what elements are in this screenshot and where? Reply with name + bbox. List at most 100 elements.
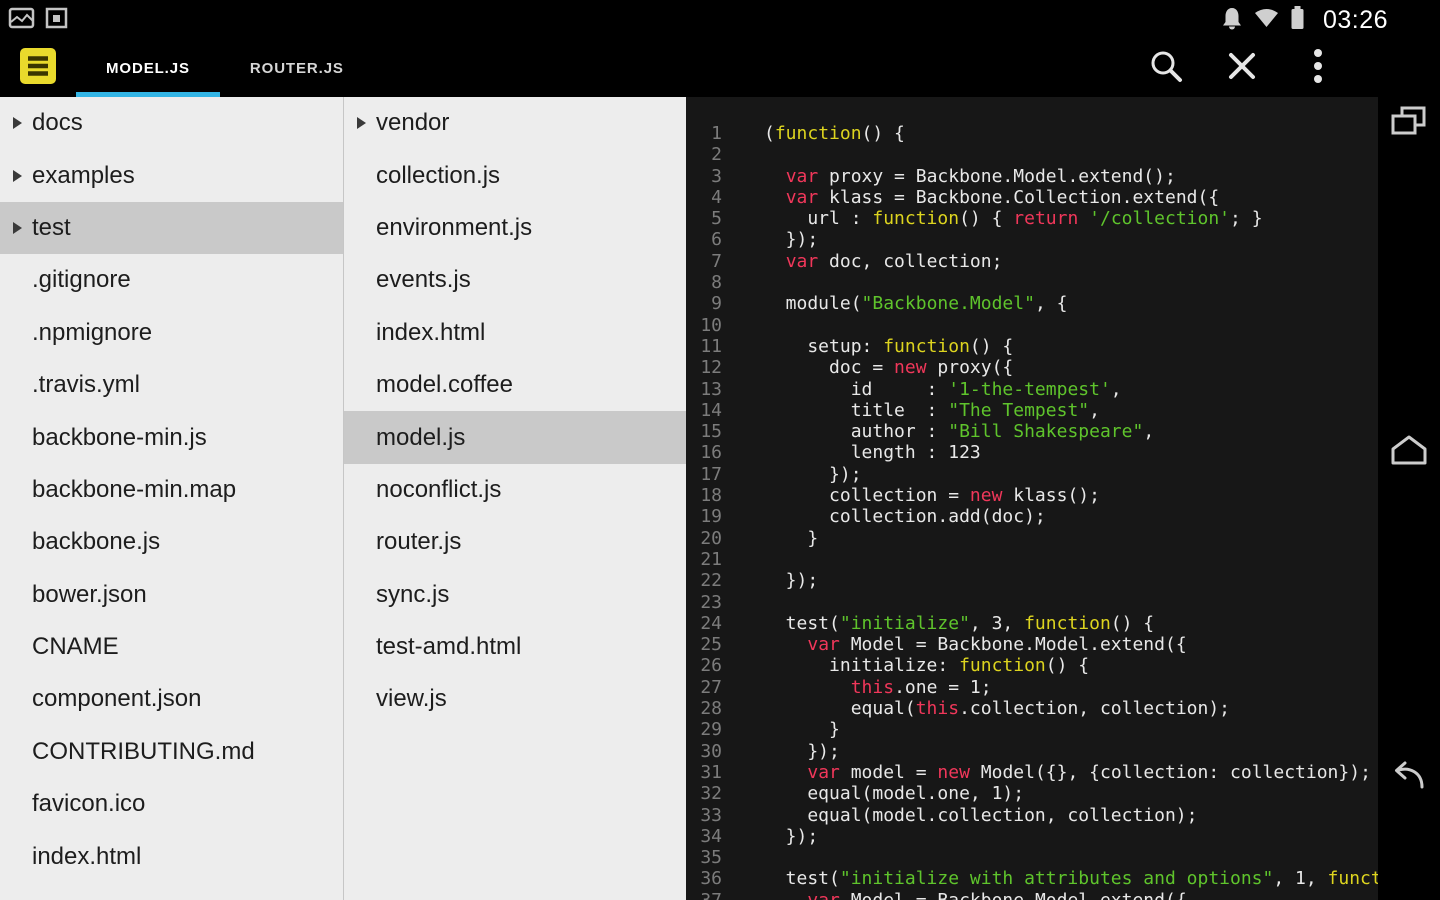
folder-contents-panel[interactable]: vendor collection.js environment.js events.… bbox=[343, 97, 686, 900]
tab-router-js[interactable]: ROUTER.JS bbox=[220, 40, 374, 97]
code-line-7[interactable]: 7 var doc, collection; bbox=[686, 251, 1440, 272]
code-line-5[interactable]: 5 url : function() { return '/collection… bbox=[686, 208, 1440, 229]
search-button[interactable] bbox=[1144, 47, 1188, 91]
file-item-model.coffee[interactable]: model.coffee bbox=[344, 359, 686, 411]
code-line-22[interactable]: 22 }); bbox=[686, 570, 1440, 591]
code-line-27[interactable]: 27 this.one = 1; bbox=[686, 677, 1440, 698]
overflow-menu-icon bbox=[1313, 48, 1323, 89]
code-line-19[interactable]: 19 collection.add(doc); bbox=[686, 506, 1440, 527]
code-text: author : "Bill Shakespeare", bbox=[764, 421, 1155, 443]
file-item-favicon.ico[interactable]: favicon.ico bbox=[0, 778, 343, 830]
file-item-sync.js[interactable]: sync.js bbox=[344, 569, 686, 621]
file-item-.gitignore[interactable]: .gitignore bbox=[0, 254, 343, 306]
file-item-collection.js[interactable]: collection.js bbox=[344, 149, 686, 201]
code-line-35[interactable]: 35 bbox=[686, 847, 1440, 868]
code-line-32[interactable]: 32 equal(model.one, 1); bbox=[686, 783, 1440, 804]
line-number: 29 bbox=[700, 719, 722, 741]
code-line-24[interactable]: 24 test("initialize", 3, function() { bbox=[686, 613, 1440, 634]
code-line-33[interactable]: 33 equal(model.collection, collection); bbox=[686, 805, 1440, 826]
code-line-37[interactable]: 37 var Model = Backbone.Model.extend({ bbox=[686, 890, 1440, 900]
code-editor-app-icon bbox=[17, 45, 59, 92]
folder-item-vendor[interactable]: vendor bbox=[344, 97, 686, 149]
code-line-14[interactable]: 14 title : "The Tempest", bbox=[686, 400, 1440, 421]
file-item-backbone-min.map[interactable]: backbone-min.map bbox=[0, 464, 343, 516]
code-line-17[interactable]: 17 }); bbox=[686, 464, 1440, 485]
file-item-.npmignore[interactable]: .npmignore bbox=[0, 307, 343, 359]
code-line-26[interactable]: 26 initialize: function() { bbox=[686, 655, 1440, 676]
code-line-30[interactable]: 30 }); bbox=[686, 741, 1440, 762]
close-button[interactable] bbox=[1220, 47, 1264, 91]
line-number: 27 bbox=[700, 676, 722, 698]
folder-expand-arrow-icon[interactable] bbox=[13, 170, 32, 182]
app-logo-button[interactable] bbox=[0, 40, 76, 97]
file-item-events.js[interactable]: events.js bbox=[344, 254, 686, 306]
code-line-9[interactable]: 9 module("Backbone.Model", { bbox=[686, 293, 1440, 314]
file-item-index.html[interactable]: index.html bbox=[0, 830, 343, 882]
file-item-.travis.yml[interactable]: .travis.yml bbox=[0, 359, 343, 411]
code-line-36[interactable]: 36 test("initialize with attributes and … bbox=[686, 868, 1440, 889]
file-item-CONTRIBUTING.md[interactable]: CONTRIBUTING.md bbox=[0, 726, 343, 778]
file-item-index.html[interactable]: index.html bbox=[344, 307, 686, 359]
code-line-23[interactable]: 23 bbox=[686, 592, 1440, 613]
code-line-16[interactable]: 16 length : 123 bbox=[686, 442, 1440, 463]
file-item-backbone-min.js[interactable]: backbone-min.js bbox=[0, 411, 343, 463]
code-line-25[interactable]: 25 var Model = Backbone.Model.extend({ bbox=[686, 634, 1440, 655]
code-line-1[interactable]: 1 (function() { bbox=[686, 123, 1440, 144]
code-editor[interactable]: 1 (function() {2 3 var proxy = Backbone.Mo… bbox=[686, 97, 1440, 900]
folder-item-examples[interactable]: examples bbox=[0, 149, 343, 201]
code-line-29[interactable]: 29 } bbox=[686, 719, 1440, 740]
code-line-31[interactable]: 31 var model = new Model({}, {collection… bbox=[686, 762, 1440, 783]
code-line-10[interactable]: 10 bbox=[686, 315, 1440, 336]
line-number: 32 bbox=[700, 783, 722, 805]
code-line-8[interactable]: 8 bbox=[686, 272, 1440, 293]
code-line-12[interactable]: 12 doc = new proxy({ bbox=[686, 357, 1440, 378]
file-item-environment.js[interactable]: environment.js bbox=[344, 202, 686, 254]
file-item-view.js[interactable]: view.js bbox=[344, 673, 686, 725]
code-line-20[interactable]: 20 } bbox=[686, 528, 1440, 549]
file-item-bower.json[interactable]: bower.json bbox=[0, 569, 343, 621]
file-item-model.js[interactable]: model.js bbox=[344, 411, 686, 464]
file-label: test bbox=[32, 213, 71, 241]
code-text: var Model = Backbone.Model.extend({ bbox=[722, 890, 1186, 900]
file-item-backbone.js[interactable]: backbone.js bbox=[0, 516, 343, 568]
android-screen: 03:26 MODEL.JS ROUTER.JS docs examples t… bbox=[0, 0, 1440, 900]
code-text: }); bbox=[764, 570, 819, 592]
code-line-28[interactable]: 28 equal(this.collection, collection); bbox=[686, 698, 1440, 719]
line-number: 30 bbox=[700, 740, 722, 762]
code-text: (function() { bbox=[764, 123, 905, 144]
code-line-34[interactable]: 34 }); bbox=[686, 826, 1440, 847]
folder-item-test[interactable]: test bbox=[0, 201, 343, 255]
back-button[interactable] bbox=[1378, 755, 1440, 799]
folder-item-docs[interactable]: docs bbox=[0, 97, 343, 149]
file-label: .npmignore bbox=[32, 318, 153, 346]
code-line-4[interactable]: 4 var klass = Backbone.Collection.extend… bbox=[686, 187, 1440, 208]
code-line-18[interactable]: 18 collection = new klass(); bbox=[686, 485, 1440, 506]
file-item-test-amd.html[interactable]: test-amd.html bbox=[344, 621, 686, 673]
code-line-11[interactable]: 11 setup: function() { bbox=[686, 336, 1440, 357]
file-browser-panel[interactable]: docs examples test .gitignore .npmignore .tra… bbox=[0, 97, 343, 900]
code-line-2[interactable]: 2 bbox=[686, 144, 1440, 165]
home-icon bbox=[1389, 433, 1429, 472]
overflow-menu-button[interactable] bbox=[1296, 47, 1340, 91]
folder-expand-arrow-icon[interactable] bbox=[13, 222, 32, 234]
file-item-component.json[interactable]: component.json bbox=[0, 673, 343, 725]
file-item-noconflict.js[interactable]: noconflict.js bbox=[344, 464, 686, 516]
code-line-13[interactable]: 13 id : '1-the-tempest', bbox=[686, 379, 1440, 400]
home-button[interactable] bbox=[1378, 430, 1440, 474]
file-item-CNAME[interactable]: CNAME bbox=[0, 621, 343, 673]
recents-button[interactable] bbox=[1378, 102, 1440, 146]
tab-model-js[interactable]: MODEL.JS bbox=[76, 40, 220, 97]
file-label: index.html bbox=[32, 842, 142, 870]
code-line-21[interactable]: 21 bbox=[686, 549, 1440, 570]
file-item-router.js[interactable]: router.js bbox=[344, 516, 686, 568]
file-label: CNAME bbox=[32, 633, 119, 661]
folder-expand-arrow-icon[interactable] bbox=[13, 117, 32, 129]
code-line-15[interactable]: 15 author : "Bill Shakespeare", bbox=[686, 421, 1440, 442]
code-text: doc = new proxy({ bbox=[764, 357, 1014, 379]
folder-expand-arrow-icon[interactable] bbox=[357, 117, 376, 129]
file-label: events.js bbox=[376, 266, 471, 294]
code-line-6[interactable]: 6 }); bbox=[686, 229, 1440, 250]
code-line-3[interactable]: 3 var proxy = Backbone.Model.extend(); bbox=[686, 166, 1440, 187]
line-number: 28 bbox=[700, 698, 722, 720]
